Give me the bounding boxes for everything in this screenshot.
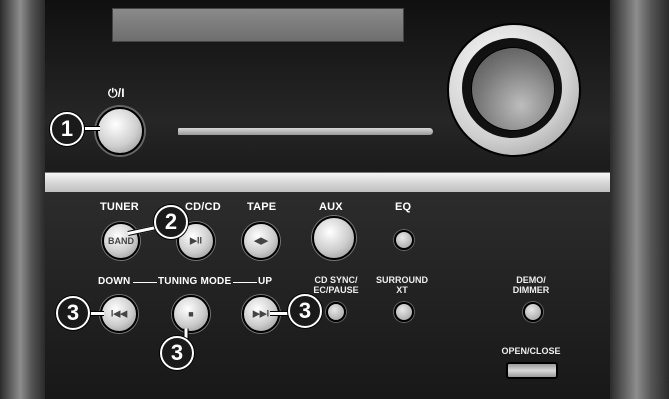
callout-leader (88, 311, 104, 316)
surround-button[interactable] (394, 302, 414, 322)
tape-label: TAPE (247, 201, 277, 213)
right-side-frame (610, 0, 669, 399)
volume-knob[interactable] (471, 47, 555, 131)
stop-icon: ■ (188, 309, 194, 319)
tuner-label: TUNER (100, 201, 139, 213)
skip-back-icon: I◀◀ (110, 308, 128, 319)
silver-trim-strip (45, 172, 610, 194)
surround-label-line2: XT (396, 285, 408, 295)
aux-button[interactable] (312, 216, 356, 260)
callout-1: 1 (50, 112, 84, 146)
up-label: UP (258, 276, 273, 287)
down-button[interactable]: I◀◀ (100, 295, 138, 333)
power-symbol: ⏻/I (108, 86, 125, 100)
tuner-band-button[interactable]: BAND (102, 222, 140, 260)
tape-direction-icon: ◀▶ (254, 235, 268, 246)
eq-label: EQ (395, 201, 412, 213)
cd-label: CD/CD (185, 201, 221, 213)
open-close-button[interactable] (506, 362, 558, 379)
demo-dimmer-button[interactable] (523, 302, 543, 322)
callout-3-stop: 3 (160, 336, 194, 370)
surround-label-line1: SURROUND (375, 275, 428, 285)
demo-label-line1: DEMO/ (516, 275, 546, 285)
left-side-frame (0, 0, 45, 399)
open-close-label: OPEN/CLOSE (501, 346, 561, 356)
cd-sync-label-line2: EC/PAUSE (313, 285, 359, 295)
cd-sync-label-line1: CD SYNC/ (314, 275, 358, 285)
tuning-line-left (133, 282, 157, 283)
callout-3-up: 3 (288, 294, 322, 328)
surround-label: SURROUND XT (372, 275, 432, 295)
tape-button[interactable]: ◀▶ (242, 222, 280, 260)
cd-slot (178, 128, 433, 135)
aux-label: AUX (319, 201, 343, 213)
demo-dimmer-label: DEMO/ DIMMER (501, 275, 561, 295)
tuning-line-right (233, 282, 257, 283)
band-text: BAND (108, 236, 134, 246)
display-window (112, 8, 404, 42)
cd-sync-button[interactable] (326, 302, 346, 322)
eq-button[interactable] (394, 230, 414, 250)
cd-sync-label: CD SYNC/ EC/PAUSE (306, 275, 366, 295)
power-button[interactable] (96, 107, 144, 155)
callout-3-down: 3 (56, 296, 90, 330)
callout-leader (270, 311, 290, 316)
callout-2: 2 (154, 205, 188, 239)
tuning-mode-label: TUNING MODE (158, 276, 232, 287)
stereo-front-panel: ⏻/I 1 TUNER CD/CD TAPE AUX EQ BAND ▶II ◀… (0, 0, 669, 399)
play-pause-icon: ▶II (190, 235, 202, 246)
stop-tuning-mode-button[interactable]: ■ (172, 295, 210, 333)
demo-label-line2: DIMMER (512, 285, 550, 295)
down-label: DOWN (98, 276, 131, 287)
